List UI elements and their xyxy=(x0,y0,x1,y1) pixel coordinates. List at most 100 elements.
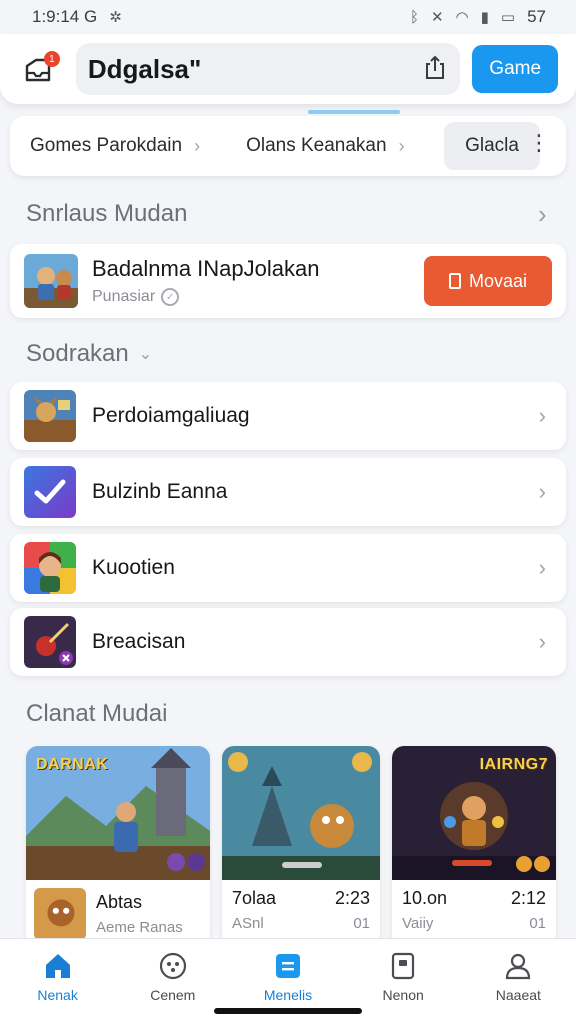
nav-label: Menelis xyxy=(263,987,313,1003)
more-vertical-icon[interactable]: ⋮ xyxy=(528,132,550,154)
game-subtitle: ASnl xyxy=(232,915,264,932)
nav-profile[interactable]: Naaeat xyxy=(468,951,568,1003)
app-header: 1 Ddgalsa" Game xyxy=(0,34,576,104)
search-input[interactable]: Ddgalsa" xyxy=(75,43,461,95)
nav-nenon[interactable]: Nenon xyxy=(353,951,453,1003)
featured-app-icon xyxy=(24,254,78,308)
tab-label: Gomes Parokdain xyxy=(30,135,183,156)
move-button[interactable]: Movaai xyxy=(424,256,552,306)
game-art xyxy=(222,746,380,880)
game-meta: 7olaa 2:23 ASnl 01 xyxy=(222,880,380,940)
list-item-label: Breacisan xyxy=(92,630,186,653)
section-header-featured[interactable]: Snrlaus Mudan › xyxy=(26,199,547,229)
status-time: 1:9:14 G xyxy=(32,7,98,26)
list-item-label: Bulzinb Eanna xyxy=(92,480,228,503)
game-time: 2:23 xyxy=(334,888,370,908)
mute-icon: ✕ xyxy=(430,9,444,26)
game-subtitle: Vaiiy xyxy=(402,915,434,932)
character-app-icon xyxy=(24,542,76,594)
section-title: Clanat Mudai xyxy=(26,700,168,727)
game-logo: IAIRNG7 xyxy=(479,756,548,773)
battery-level: 57 xyxy=(527,7,546,26)
list-item[interactable]: Bulzinb Eanna › xyxy=(10,458,566,526)
category-tabs: Gomes Parokdain › Olans Keanakan › Glacl… xyxy=(10,116,566,176)
chevron-right-icon: › xyxy=(538,479,546,504)
list-item[interactable]: Kuootien › xyxy=(10,534,566,602)
nav-games[interactable]: Cenem xyxy=(123,951,223,1003)
game-logo: DARNAK xyxy=(36,756,109,773)
section-title: Sodrakan xyxy=(26,340,129,367)
device-icon xyxy=(448,273,461,289)
list-item-label: Kuootien xyxy=(92,556,175,579)
game-art-icon xyxy=(24,390,76,442)
game-meta: Abtas Aeme Ranas xyxy=(26,880,210,946)
featured-app-row[interactable]: Badalnma INapJolakan Punasiar ✓ Movaai xyxy=(10,244,566,318)
game-art: IAIRNG7 xyxy=(392,746,556,880)
settings-gear-icon: ✲ xyxy=(109,9,122,26)
chevron-right-icon: › xyxy=(538,403,546,428)
games-icon xyxy=(159,952,186,980)
game-meta: 10.on 2:12 Vaiiy 01 xyxy=(392,880,556,940)
tab-glacla[interactable]: Glacla xyxy=(444,122,540,170)
tab-keanakan[interactable]: Olans Keanakan › xyxy=(246,135,405,157)
share-icon[interactable] xyxy=(422,54,448,85)
verified-icon: ✓ xyxy=(161,288,180,306)
list-item[interactable]: Perdoiamgaliuag › xyxy=(10,382,566,450)
status-right: ᛒ ✕ ◠ ▮ ▭ 57 xyxy=(410,7,546,27)
nav-home[interactable]: Nenak xyxy=(8,951,108,1003)
list-item[interactable]: Breacisan › xyxy=(10,608,566,676)
tab-label: Olans Keanakan xyxy=(246,135,387,156)
menu-icon xyxy=(275,954,300,978)
game-card[interactable]: 7olaa 2:23 ASnl 01 xyxy=(222,746,380,946)
game-thumb-icon xyxy=(34,888,86,940)
checkmark-app-icon xyxy=(24,466,76,518)
game-subtitle: Aeme Ranas xyxy=(96,919,183,936)
tab-active-indicator xyxy=(308,110,400,114)
signal-icon: ▮ xyxy=(480,9,489,26)
chevron-right-icon: › xyxy=(538,629,546,654)
notification-badge: 1 xyxy=(43,51,60,67)
list-item-label: Perdoiamgaliuag xyxy=(92,404,250,427)
game-art: DARNAK xyxy=(26,746,210,880)
game-title: 7olaa xyxy=(232,888,277,908)
nav-menelis[interactable]: Menelis xyxy=(238,951,338,1003)
game-count: 01 xyxy=(529,915,546,932)
status-left: 1:9:14 G ✲ xyxy=(32,7,122,27)
featured-title: Badalnma INapJolakan xyxy=(92,256,320,281)
section-header-games: Clanat Mudai xyxy=(26,700,167,728)
chevron-right-icon: › xyxy=(398,135,405,156)
chevron-right-icon: › xyxy=(194,135,201,156)
search-text: Ddgalsa" xyxy=(87,53,202,84)
nav-label: Naaeat xyxy=(495,987,541,1003)
featured-subtitle-row: Punasiar ✓ xyxy=(92,288,319,306)
game-count: 01 xyxy=(353,915,370,932)
move-button-label: Movaai xyxy=(468,270,528,291)
game-button[interactable]: Game xyxy=(472,45,558,93)
nav-label: Cenem xyxy=(150,987,196,1003)
featured-subtitle: Punasiar xyxy=(92,288,156,305)
section-title: Snrlaus Mudan xyxy=(26,200,188,227)
card-icon xyxy=(392,952,415,980)
wifi-icon: ◠ xyxy=(455,9,469,26)
nav-label: Nenon xyxy=(382,987,424,1003)
game-card[interactable]: IAIRNG7 10.on 2:12 Vaiiy 01 xyxy=(392,746,556,946)
profile-icon xyxy=(506,953,531,980)
nav-label: Nenak xyxy=(37,987,78,1003)
section-header-list[interactable]: Sodrakan ⌄ xyxy=(26,340,152,368)
tab-games[interactable]: Gomes Parokdain › xyxy=(30,135,200,157)
game-title: Abtas xyxy=(96,892,143,912)
featured-text: Badalnma INapJolakan Punasiar ✓ xyxy=(92,256,319,306)
home-icon xyxy=(45,954,70,978)
home-indicator[interactable] xyxy=(214,1008,362,1014)
bluetooth-icon: ᛒ xyxy=(409,8,419,26)
battery-icon: ▭ xyxy=(500,9,516,26)
chevron-right-icon: › xyxy=(538,555,546,580)
game-card[interactable]: DARNAK Abtas Aeme Ranas xyxy=(26,746,210,946)
chevron-down-icon: ⌄ xyxy=(138,346,153,363)
notifications-button[interactable]: 1 xyxy=(18,49,60,89)
sword-app-icon xyxy=(24,616,76,668)
game-time: 2:12 xyxy=(510,888,546,908)
chevron-right-icon: › xyxy=(538,198,547,229)
game-title: 10.on xyxy=(402,888,448,908)
status-bar: 1:9:14 G ✲ ᛒ ✕ ◠ ▮ ▭ 57 xyxy=(0,0,576,34)
